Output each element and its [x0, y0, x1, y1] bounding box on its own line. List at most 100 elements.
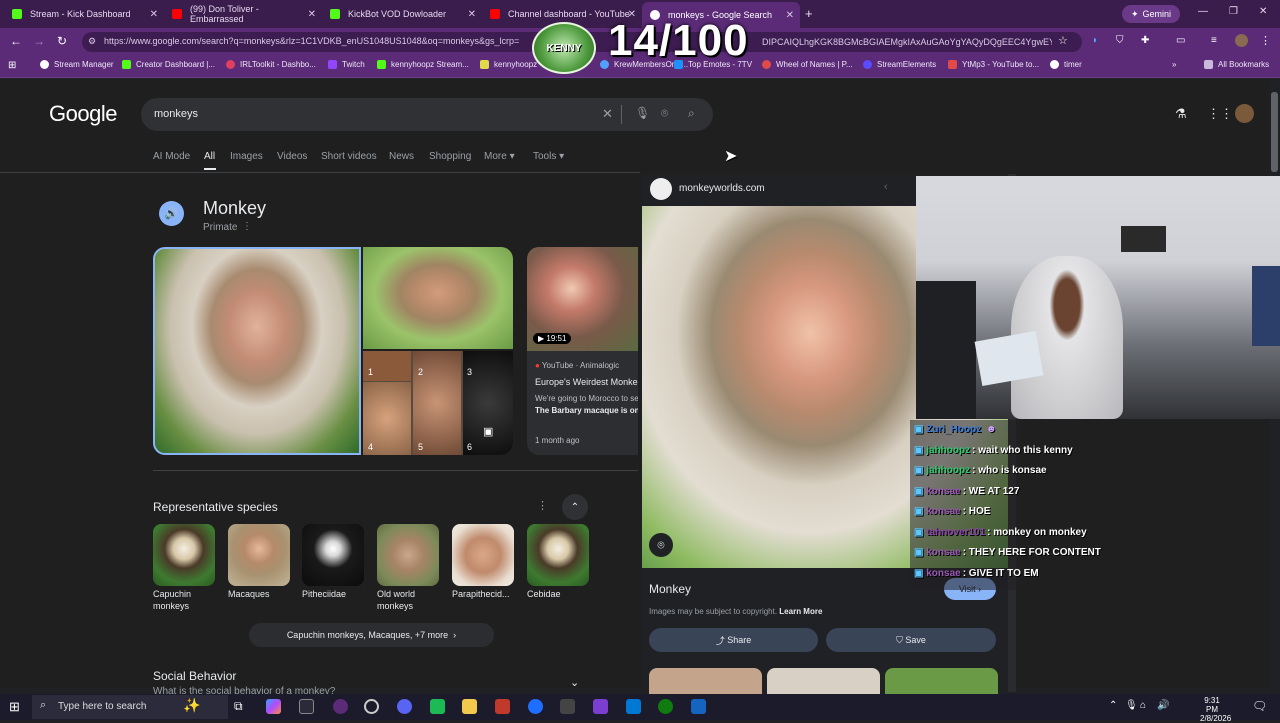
- species-label[interactable]: Old world monkeys: [377, 588, 439, 612]
- tab-images[interactable]: Images: [230, 151, 263, 162]
- app-icon[interactable]: [691, 699, 706, 714]
- species-more-options-icon[interactable]: ⋮: [537, 499, 548, 512]
- tab-videos[interactable]: Videos: [277, 151, 307, 162]
- tab-kickbot[interactable]: KickBot VOD Dowloader ✕: [322, 4, 482, 24]
- lens-search-icon[interactable]: ⌾: [649, 533, 673, 557]
- bookmark-item[interactable]: Twitch: [328, 60, 365, 69]
- volume-icon[interactable]: 🔊: [1157, 700, 1169, 711]
- app-icon[interactable]: [593, 699, 608, 714]
- bookmark-star-icon[interactable]: ☆: [1058, 34, 1068, 47]
- species-image-old-world[interactable]: [377, 524, 439, 586]
- species-label[interactable]: Parapithecid...: [452, 588, 514, 600]
- species-more-chip[interactable]: Capuchin monkeys, Macaques, +7 more ›: [249, 623, 494, 647]
- tab-more[interactable]: More ▾: [484, 151, 515, 162]
- bookmark-item[interactable]: StreamElements: [863, 60, 936, 69]
- bookmark-item[interactable]: kennyhoopz Stream...: [377, 60, 469, 69]
- speaker-icon[interactable]: 🔊: [159, 201, 184, 226]
- prev-arrow-icon[interactable]: ‹: [884, 181, 888, 193]
- species-image-macaque[interactable]: [228, 524, 290, 586]
- bookmark-item[interactable]: Creator Dashboard |...: [122, 60, 215, 69]
- google-logo[interactable]: Google: [49, 101, 117, 127]
- expand-chevron-icon[interactable]: ⌄: [570, 676, 579, 689]
- back-icon[interactable]: ←: [10, 34, 22, 48]
- tab-shopping[interactable]: Shopping: [429, 151, 471, 162]
- share-button[interactable]: ⤴ Share: [649, 628, 818, 652]
- species-image-parapithecid[interactable]: [452, 524, 514, 586]
- forward-icon[interactable]: →: [33, 34, 45, 48]
- taskbar-clock[interactable]: 9:31 PM 2/8/2026: [1200, 696, 1231, 723]
- app-icon[interactable]: [495, 699, 510, 714]
- store-icon[interactable]: [299, 699, 314, 714]
- tray-overflow-icon[interactable]: ⌃: [1109, 700, 1117, 711]
- bookmark-item[interactable]: YtMp3 - YouTube to...: [948, 60, 1039, 69]
- monkey-collage[interactable]: 1 2 3 4 5 6 ▣: [363, 351, 513, 455]
- social-question[interactable]: What is the social behavior of a monkey?: [153, 686, 335, 694]
- tab-kick-dashboard[interactable]: Stream - Kick Dashboard ✕: [4, 4, 164, 24]
- bookmark-item[interactable]: IRLToolkit - Dashbo...: [226, 60, 316, 69]
- related-image[interactable]: [767, 668, 880, 694]
- tab-short-videos[interactable]: Short videos: [321, 151, 377, 162]
- tab-all[interactable]: All: [204, 151, 215, 162]
- minimize-button[interactable]: —: [1198, 6, 1208, 17]
- outlook-icon[interactable]: [626, 699, 641, 714]
- page-scrollbar[interactable]: [1271, 92, 1278, 172]
- species-label[interactable]: Pitheciidae: [302, 588, 364, 600]
- app-icon[interactable]: [528, 699, 543, 714]
- reload-icon[interactable]: ↻: [57, 34, 67, 48]
- lens-icon[interactable]: ⌾: [661, 106, 668, 121]
- microphone-icon[interactable]: 🎙: [1125, 700, 1138, 711]
- collapse-chevron-icon[interactable]: ⌃: [562, 494, 588, 520]
- save-button[interactable]: ⛉ Save: [826, 628, 996, 652]
- extension-icon[interactable]: ◗: [1092, 35, 1098, 46]
- tab-ai-mode[interactable]: AI Mode: [153, 151, 190, 162]
- media-icon[interactable]: ≡: [1211, 35, 1217, 46]
- species-label[interactable]: Macaques: [228, 588, 290, 600]
- tab-tools[interactable]: Tools ▾: [533, 151, 564, 162]
- puzzle-icon[interactable]: ✚: [1141, 35, 1149, 46]
- site-info-icon[interactable]: ⚙: [88, 36, 96, 47]
- bookmark-item[interactable]: Wheel of Names | P...: [762, 60, 853, 69]
- tab-news[interactable]: News: [389, 151, 414, 162]
- windows-start-icon[interactable]: ⊞: [9, 699, 20, 715]
- xbox-icon[interactable]: [658, 699, 673, 714]
- related-image[interactable]: [885, 668, 998, 694]
- new-tab-button[interactable]: +: [805, 6, 813, 21]
- discord-icon[interactable]: [397, 699, 412, 714]
- close-icon[interactable]: ✕: [786, 10, 794, 21]
- capcut-icon[interactable]: [560, 699, 575, 714]
- menu-icon[interactable]: ⋮: [1260, 34, 1271, 47]
- cast-icon[interactable]: ▭: [1176, 35, 1185, 46]
- maximize-button[interactable]: ❐: [1229, 6, 1238, 17]
- video-card[interactable]: ▶ 19:51 ● YouTube · Animalogic Europe's …: [527, 247, 638, 455]
- apps-icon[interactable]: ⊞: [8, 60, 16, 71]
- bookmark-item[interactable]: timer: [1050, 60, 1082, 69]
- profile-avatar[interactable]: [1235, 34, 1248, 47]
- gemini-button[interactable]: ✦ Gemini: [1122, 5, 1181, 23]
- chrome-icon[interactable]: [333, 699, 348, 714]
- clear-search-icon[interactable]: ✕: [602, 106, 613, 122]
- obs-icon[interactable]: [364, 699, 379, 714]
- main-monkey-image[interactable]: [153, 247, 361, 455]
- search-icon[interactable]: ⌕: [688, 106, 695, 121]
- close-icon[interactable]: ✕: [150, 9, 158, 20]
- app-icon[interactable]: [430, 699, 445, 714]
- close-window-button[interactable]: ✕: [1259, 6, 1267, 17]
- shield-icon[interactable]: ⛉: [1116, 35, 1124, 46]
- bookmark-item[interactable]: Stream Manager: [40, 60, 114, 69]
- close-icon[interactable]: ✕: [308, 9, 316, 20]
- species-label[interactable]: Cebidae: [527, 588, 589, 600]
- copilot-icon[interactable]: [266, 699, 281, 714]
- species-image-capuchin[interactable]: [153, 524, 215, 586]
- bookmark-item[interactable]: kennyhoopz: [480, 60, 537, 69]
- species-image-pitheciidae[interactable]: [302, 524, 364, 586]
- google-apps-icon[interactable]: ⋮⋮: [1207, 106, 1233, 122]
- more-options-icon[interactable]: ⋮: [242, 221, 252, 232]
- tab-youtube-don-toliver[interactable]: (99) Don Toliver - Embarrassed ✕: [164, 4, 322, 24]
- network-icon[interactable]: ⌂: [1140, 700, 1146, 711]
- related-image[interactable]: [649, 668, 762, 694]
- close-icon[interactable]: ✕: [468, 9, 476, 20]
- bookmarks-overflow-icon[interactable]: »: [1172, 60, 1176, 69]
- monkey-thumbnail[interactable]: [363, 247, 513, 349]
- microphone-icon[interactable]: 🎙: [635, 106, 650, 120]
- species-image-cebidae[interactable]: [527, 524, 589, 586]
